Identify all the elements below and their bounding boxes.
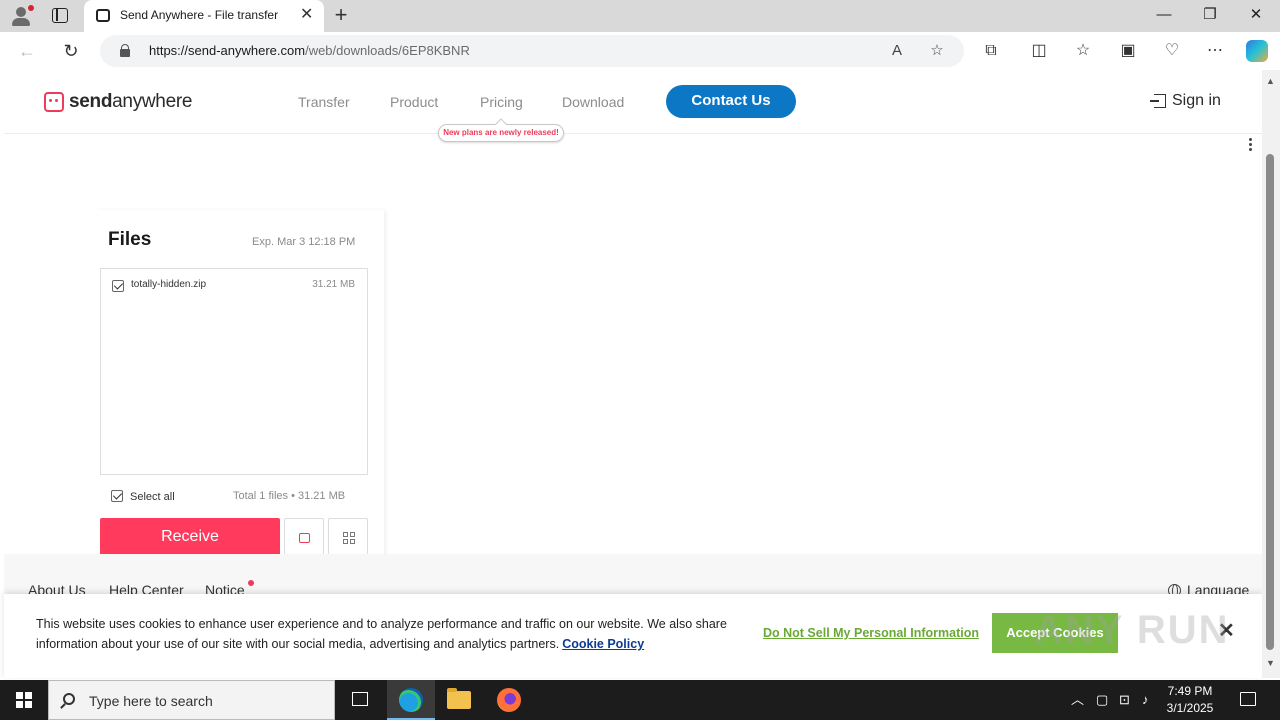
qr-code-button[interactable] — [328, 518, 368, 556]
browser-tab[interactable]: Send Anywhere - File transfer ✕ — [84, 0, 324, 32]
logo-mark-icon — [44, 92, 64, 112]
nav-download[interactable]: Download — [562, 94, 624, 110]
refresh-icon[interactable]: ↻ — [60, 40, 82, 62]
sign-in-label: Sign in — [1172, 92, 1221, 109]
tab-title: Send Anywhere - File transfer — [120, 8, 279, 22]
page-scrollbar[interactable]: ▲ ▼ — [1262, 70, 1280, 678]
scrollbar-thumb[interactable] — [1266, 154, 1274, 650]
nav-pricing[interactable]: Pricing — [480, 94, 523, 110]
sendanywhere-logo[interactable]: sendanywhere — [44, 90, 192, 114]
favorite-star-icon[interactable]: ☆ — [928, 43, 946, 59]
file-name: totally-hidden.zip — [131, 279, 207, 290]
split-screen-icon[interactable]: ◫ — [1029, 41, 1049, 61]
logo-text: sendanywhere — [69, 91, 193, 112]
nav-transfer[interactable]: Transfer — [298, 94, 350, 110]
cookie-text: This website uses cookies to enhance use… — [36, 617, 727, 651]
kebab-menu-icon[interactable] — [1249, 138, 1253, 152]
file-row[interactable]: totally-hidden.zip 31.21 MB — [101, 269, 367, 299]
restore-icon[interactable]: ❐ — [1200, 6, 1220, 24]
sendanywhere-mini-icon — [299, 533, 310, 543]
pricing-badge: New plans are newly released! — [438, 124, 564, 142]
windows-taskbar: Type here to search ︿ ▢ ⊡ ♪ 7:49 PM 3/1/… — [0, 680, 1280, 720]
send-anywhere-app-button[interactable] — [284, 518, 324, 556]
extensions-icon[interactable]: ⧉ — [981, 41, 1001, 61]
notice-badge-dot — [248, 580, 254, 586]
taskbar-edge[interactable] — [387, 680, 435, 720]
task-view-icon — [352, 692, 368, 706]
sign-in-link[interactable]: Sign in — [1150, 92, 1221, 110]
clock-time: 7:49 PM — [1167, 684, 1213, 698]
window-close-icon[interactable]: ✕ — [1246, 6, 1266, 24]
task-view-button[interactable] — [336, 680, 384, 720]
new-tab-button[interactable]: + — [330, 3, 352, 27]
tray-device-icon[interactable]: ▢ — [1096, 692, 1108, 708]
tab-close-icon[interactable]: ✕ — [300, 6, 313, 24]
select-all-label[interactable]: Select all — [130, 491, 175, 503]
contact-us-button[interactable]: Contact Us — [666, 85, 796, 118]
total-files-summary: Total 1 files • 31.21 MB — [233, 490, 346, 502]
windows-start-icon[interactable] — [16, 692, 32, 708]
address-bar[interactable]: https://send-anywhere.com/web/downloads/… — [100, 35, 964, 67]
collections-icon[interactable]: ▣ — [1118, 41, 1138, 61]
expiry-date: Exp. Mar 3 12:18 PM — [252, 236, 356, 248]
web-page: sendanywhere Transfer Product Pricing Do… — [4, 70, 1262, 678]
copilot-icon[interactable] — [1246, 40, 1268, 62]
cookie-policy-link[interactable]: Cookie Policy — [562, 637, 644, 651]
volume-icon[interactable]: ♪ — [1142, 692, 1149, 708]
favorites-icon[interactable]: ☆ — [1073, 41, 1093, 61]
tray-chevron-icon[interactable]: ︿ — [1071, 692, 1084, 708]
search-placeholder: Type here to search — [89, 693, 213, 709]
anyrun-watermark: ANY RUN — [1034, 608, 1230, 652]
edge-icon — [399, 688, 423, 712]
url-text[interactable]: https://send-anywhere.com/web/downloads/… — [149, 43, 470, 58]
clock-date: 3/1/2025 — [1166, 701, 1214, 715]
lock-icon[interactable] — [120, 44, 130, 57]
files-title: Files — [108, 229, 152, 250]
qr-code-icon — [343, 532, 355, 544]
scroll-down-icon[interactable]: ▼ — [1266, 658, 1275, 668]
file-list[interactable]: totally-hidden.zip 31.21 MB — [100, 268, 368, 475]
more-icon[interactable]: ⋯ — [1205, 41, 1225, 61]
taskbar-firefox[interactable] — [485, 680, 533, 720]
taskbar-search[interactable]: Type here to search — [48, 680, 335, 720]
minimize-icon[interactable]: — — [1154, 6, 1174, 24]
taskbar-file-explorer[interactable] — [435, 680, 483, 720]
back-icon[interactable]: ← — [16, 40, 38, 62]
tab-actions-icon[interactable] — [52, 8, 68, 23]
files-card: Files Exp. Mar 3 12:18 PM totally-hidden… — [96, 210, 384, 560]
file-size: 31.21 MB — [312, 279, 355, 290]
do-not-sell-link[interactable]: Do Not Sell My Personal Information — [763, 626, 979, 640]
nav-product[interactable]: Product — [390, 94, 438, 110]
notification-icon[interactable] — [1240, 692, 1256, 706]
browser-essentials-icon[interactable]: ♡ — [1162, 41, 1182, 61]
receive-button[interactable]: Receive — [100, 518, 280, 556]
scroll-up-icon[interactable]: ▲ — [1266, 76, 1275, 86]
sign-in-icon — [1150, 94, 1166, 108]
browser-titlebar: Send Anywhere - File transfer ✕ + — ❐ ✕ — [0, 0, 1280, 32]
file-checkbox[interactable] — [112, 280, 124, 292]
taskbar-clock[interactable]: 7:49 PM 3/1/2025 — [1160, 683, 1220, 717]
profile-icon[interactable] — [10, 5, 34, 27]
search-icon — [63, 693, 75, 705]
sendanywhere-favicon-icon — [96, 9, 110, 22]
folder-icon — [447, 688, 471, 709]
firefox-icon — [497, 688, 521, 712]
site-header: sendanywhere Transfer Product Pricing Do… — [4, 70, 1262, 134]
select-all-checkbox[interactable] — [111, 490, 123, 502]
network-icon[interactable]: ⊡ — [1119, 692, 1130, 708]
read-aloud-icon[interactable]: A — [888, 43, 906, 59]
